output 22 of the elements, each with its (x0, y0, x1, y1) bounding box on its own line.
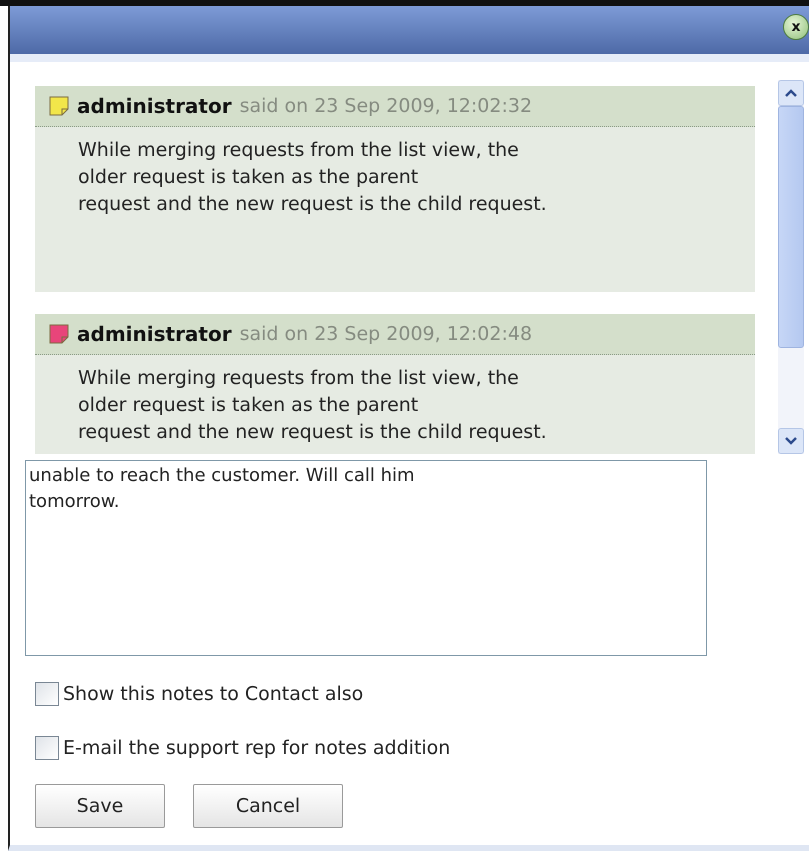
scrollbar[interactable] (778, 80, 804, 454)
checkbox-label: E-mail the support rep for notes addition (63, 737, 450, 759)
note-text: While merging requests from the list view, the (78, 366, 520, 391)
note-timestamp: said on 23 Sep 2009, 12:02:32 (240, 95, 532, 117)
cancel-button[interactable]: Cancel (193, 784, 343, 828)
note-author: administrator (77, 94, 232, 118)
checkbox[interactable] (35, 682, 59, 706)
checkbox-label: Show this notes to Contact also (63, 683, 364, 705)
scroll-down-icon[interactable] (778, 428, 804, 454)
note-input-field[interactable]: unable to reach the customer. Will call him tomorrow. (25, 460, 707, 656)
note-text: While merging requests from the list view, the (78, 138, 520, 163)
checkbox[interactable] (35, 736, 59, 760)
note-text: older request is taken as the parent (78, 393, 420, 418)
note-text: request and the new request is the child request. (78, 420, 548, 445)
note-timestamp: said on 23 Sep 2009, 12:02:48 (240, 323, 532, 345)
close-button[interactable]: x (783, 14, 809, 40)
save-button[interactable]: Save (35, 784, 165, 828)
note-author: administrator (77, 322, 232, 346)
note-text: older request is taken as the parent (78, 165, 420, 190)
note-text: request and the new request is the child request. (78, 192, 548, 217)
scroll-up-icon[interactable] (778, 80, 804, 106)
scroll-thumb[interactable] (778, 106, 804, 348)
